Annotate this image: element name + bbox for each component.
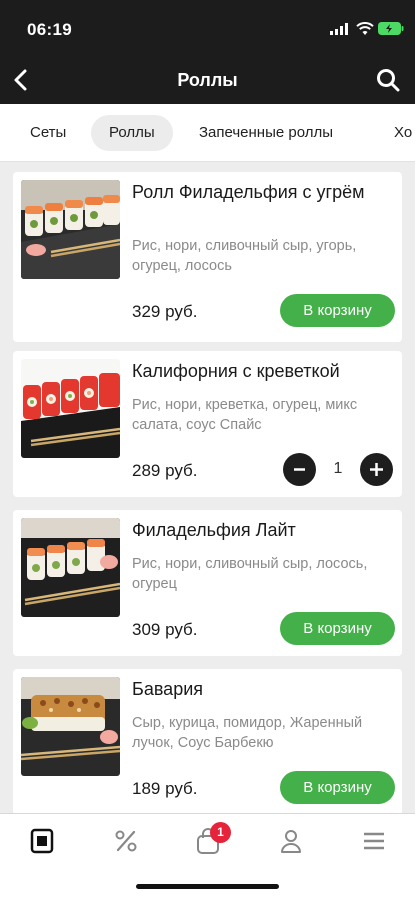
product-price: 329 руб. xyxy=(132,302,198,321)
tab-sets[interactable]: Сеты xyxy=(12,115,84,151)
product-price: 189 руб. xyxy=(132,779,198,798)
discount-icon[interactable] xyxy=(111,826,141,856)
decrease-quantity-button[interactable] xyxy=(283,453,316,486)
add-to-cart-button[interactable]: В корзину xyxy=(280,612,395,645)
add-to-cart-button[interactable]: В корзину xyxy=(280,294,395,327)
menu-icon[interactable] xyxy=(27,826,57,856)
category-tabs: Сеты Роллы Запеченные роллы Хо xyxy=(0,104,415,162)
product-price: 289 руб. xyxy=(132,461,198,480)
product-description: Сыр, курица, помидор, Жаренный лучок, Со… xyxy=(132,715,363,751)
quantity-value: 1 xyxy=(333,460,343,477)
product-image xyxy=(21,677,120,776)
status-time: 06:19 xyxy=(27,20,72,39)
tab-rolls[interactable]: Роллы xyxy=(91,115,173,151)
cellular-signal-icon xyxy=(330,23,348,35)
product-image xyxy=(21,180,120,279)
increase-quantity-button[interactable] xyxy=(360,453,393,486)
tab-hot[interactable]: Хо xyxy=(376,115,415,151)
product-title: Бавария xyxy=(132,679,204,699)
product-card[interactable]: Бавария Сыр, курица, помидор, Жаренный л… xyxy=(13,669,402,815)
product-title: Калифорния с креветкой xyxy=(132,361,340,381)
product-price: 309 руб. xyxy=(132,620,198,639)
minus-icon xyxy=(294,468,305,471)
product-title: Филадельфия Лайт xyxy=(132,520,296,540)
home-indicator xyxy=(136,884,279,889)
product-description: Рис, нори, креветка, огурец, микс салата… xyxy=(132,397,358,433)
search-icon[interactable] xyxy=(374,66,402,94)
navigation-bar: Роллы xyxy=(0,56,415,104)
cart-badge: 1 xyxy=(210,822,231,843)
tab-baked-rolls[interactable]: Запеченные роллы xyxy=(181,115,351,151)
profile-icon[interactable] xyxy=(276,826,306,856)
add-to-cart-button[interactable]: В корзину xyxy=(280,771,395,804)
product-card[interactable]: Филадельфия Лайт Рис, нори, сливочный сы… xyxy=(13,510,402,656)
page-title: Роллы xyxy=(177,70,238,90)
product-description: Рис, нори, сливочный сыр, лосось, огурец xyxy=(132,556,368,592)
status-bar: 06:19 xyxy=(0,0,415,56)
product-title: Ролл Филадельфия с угрём xyxy=(132,182,365,202)
plus-icon xyxy=(370,463,383,476)
wifi-icon xyxy=(356,22,374,35)
battery-charging-icon xyxy=(378,22,404,35)
product-image xyxy=(21,359,120,458)
quantity-stepper: 1 xyxy=(283,453,393,486)
product-card[interactable]: Калифорния с креветкой Рис, нори, кревет… xyxy=(13,351,402,497)
product-card[interactable]: Ролл Филадельфия с угрём Рис, нори, слив… xyxy=(13,172,402,342)
hamburger-icon[interactable] xyxy=(359,826,389,856)
product-image xyxy=(21,518,120,617)
product-description: Рис, нори, сливочный сыр, угорь, огурец,… xyxy=(132,238,357,274)
